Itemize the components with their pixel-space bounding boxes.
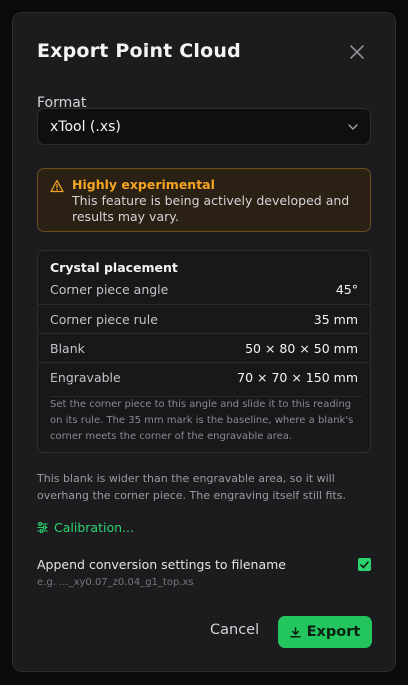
check-icon [360,560,369,568]
warning-triangle-icon [50,179,64,193]
crystal-row-label: Blank [50,340,85,356]
crystal-row-rule: Corner piece rule 35 mm [38,304,370,333]
crystal-row-blank: Blank 50 × 80 × 50 mm [38,333,370,362]
crystal-placement-title: Crystal placement [50,260,178,275]
calibration-label: Calibration... [54,520,134,535]
dialog-title: Export Point Cloud [37,40,241,62]
warning-title: Highly experimental [72,177,215,192]
append-settings-checkbox[interactable] [358,558,371,571]
crystal-row-value: 70 × 70 × 150 mm [237,369,358,385]
download-icon [289,626,301,638]
close-icon [350,45,364,59]
chevron-down-icon [348,123,358,130]
sliders-icon [37,522,48,533]
export-label: Export [306,624,361,640]
format-select[interactable]: xTool (.xs) [37,108,371,145]
warning-text: This feature is being actively developed… [72,193,350,224]
crystal-placement-panel: Crystal placement Corner piece angle 45°… [37,250,371,453]
crystal-row-value: 45° [335,282,358,297]
experimental-warning: Highly experimental This feature is bein… [37,168,371,232]
format-select-value: xTool (.xs) [50,118,121,135]
export-dialog: Export Point Cloud Format xTool (.xs) Hi… [12,12,396,672]
export-button[interactable]: Export [278,616,372,648]
crystal-row-label: Corner piece rule [50,311,158,327]
append-settings-label: Append conversion settings to filename [37,557,286,572]
crystal-row-value: 35 mm [313,311,358,327]
crystal-row-value: 50 × 80 × 50 mm [245,340,358,356]
close-button[interactable] [347,42,367,62]
crystal-row-engravable: Engravable 70 × 70 × 150 mm [38,362,370,391]
crystal-row-angle: Corner piece angle 45° [38,275,370,304]
overhang-notice: This blank is wider than the engravable … [37,472,346,502]
crystal-row-label: Corner piece angle [50,282,169,297]
crystal-placement-note: Set the corner piece to this angle and s… [50,396,362,445]
cancel-button[interactable]: Cancel [210,622,259,638]
crystal-row-label: Engravable [50,369,121,385]
filename-example: e.g. ..._xy0.07_z0.04_g1_top.xs [37,577,194,588]
calibration-link[interactable]: Calibration... [37,520,134,535]
